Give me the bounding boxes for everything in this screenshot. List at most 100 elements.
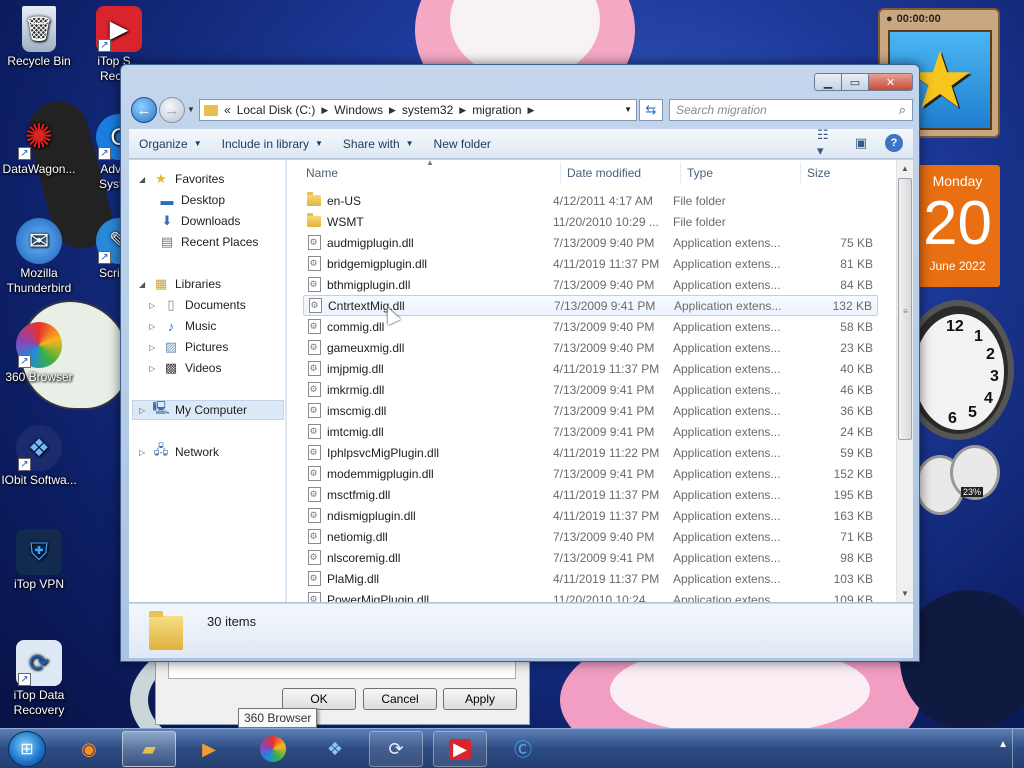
tray-expand-icon[interactable]: ▲ [998,739,1008,750]
start-button[interactable]: ⊞ [8,731,46,767]
record-dot-icon: ● [886,13,893,25]
vertical-scrollbar[interactable]: ▲ ≡ ▼ [896,160,913,602]
desktop-icon-datawagon[interactable]: ✺ ↗ DataWagon... [0,114,78,177]
apply-button[interactable]: Apply [443,688,517,710]
nav-pictures[interactable]: ▷ ▨ Pictures [149,337,228,357]
new-folder-button[interactable]: New folder [424,137,501,151]
column-divider[interactable] [560,162,561,184]
file-row[interactable]: ndismigplugin.dll 4/11/2019 11:37 PM Appli… [303,505,878,526]
close-button[interactable]: ✕ [869,73,913,91]
file-row[interactable]: msctfmig.dll 4/11/2019 11:37 PM Applicatio… [303,484,878,505]
file-row[interactable]: gameuxmig.dll 7/13/2009 9:40 PM Applicatio… [303,337,878,358]
address-bar[interactable]: « Local Disk (C:) ▶ Windows ▶ system32 ▶… [199,99,637,121]
ok-button[interactable]: OK [282,688,356,710]
forward-button[interactable]: → [159,97,185,123]
file-row[interactable]: netiomig.dll 7/13/2009 9:40 PM Application… [303,526,878,547]
share-with-menu[interactable]: Share with ▼ [333,137,424,151]
expand-icon[interactable]: ▷ [149,364,157,373]
back-button[interactable]: ← [131,97,157,123]
folder-row[interactable]: WSMT 11/20/2010 10:29 ... File folder [303,211,878,232]
show-desktop-button[interactable] [1012,729,1024,768]
file-row[interactable]: PlaMig.dll 4/11/2019 11:37 PM Application … [303,568,878,589]
nav-favorites[interactable]: ◢ ★ Favorites [139,169,224,189]
chevron-right-icon[interactable]: ▶ [321,105,328,116]
breadcrumb-system32[interactable]: system32 [402,103,453,117]
calendar-gadget[interactable]: Monday 20 June 2022 [915,165,1000,287]
file-row[interactable]: bridgemigplugin.dll 4/11/2019 11:37 PM App… [303,253,878,274]
taskbar-iobit[interactable]: ❖ [308,731,362,767]
file-row[interactable]: IphlpsvcMigPlugin.dll 4/11/2019 11:22 PM A… [303,442,878,463]
breadcrumb-local-disk[interactable]: Local Disk (C:) [237,103,316,117]
include-in-library-menu[interactable]: Include in library ▼ [212,137,333,151]
nav-pane-divider[interactable] [285,160,286,602]
desktop-icon-thunderbird[interactable]: ✉ Mozilla Thunderbird [0,218,78,296]
file-row[interactable]: PowerMigPlugin.dll 11/20/2010 10:24 ... Ap… [303,589,878,602]
view-options-icon[interactable]: ☷ ▾ [817,127,837,158]
expand-icon[interactable]: ▷ [149,301,157,310]
chevron-right-icon[interactable]: ▶ [528,105,535,116]
file-row[interactable]: imscmig.dll 7/13/2009 9:41 PM Application … [303,400,878,421]
file-row[interactable]: nlscoremig.dll 7/13/2009 9:41 PM Applicati… [303,547,878,568]
column-size[interactable]: Size [807,166,830,180]
breadcrumb-windows[interactable]: Windows [334,103,383,117]
breadcrumb-migration[interactable]: migration [472,103,521,117]
expand-icon[interactable]: ◢ [139,280,147,289]
organize-menu[interactable]: Organize ▼ [129,137,212,151]
nav-network[interactable]: ▷ 🖧 Network [139,442,219,462]
file-row[interactable]: bthmigplugin.dll 7/13/2009 9:40 PM Applica… [303,274,878,295]
chevron-right-icon[interactable]: ▶ [459,105,466,116]
taskbar-file-explorer[interactable]: ▰ [122,731,176,767]
column-type[interactable]: Type [687,166,713,180]
cpu-meter-gadget[interactable]: 23% [915,445,1000,525]
scroll-thumb[interactable]: ≡ [898,178,912,440]
desktop-icon-recycle-bin[interactable]: 🗑 Recycle Bin [0,6,78,69]
file-date-modified: 7/13/2009 9:41 PM [554,298,656,313]
column-divider[interactable] [800,162,801,184]
taskbar-firefox[interactable]: ◉ [62,731,116,767]
column-date-modified[interactable]: Date modified [567,166,641,180]
expand-icon[interactable]: ◢ [139,175,147,184]
taskbar-itop-screen-recorder[interactable]: ▶ [433,731,487,767]
search-input[interactable]: Search migration ⌕ [669,99,913,121]
nav-recent-places[interactable]: ▤ Recent Places [159,232,259,252]
desktop-icon-itop-vpn[interactable]: ⛨ iTop VPN [0,529,78,592]
scroll-up-icon[interactable]: ▲ [897,160,913,177]
help-icon[interactable]: ? [885,134,903,152]
expand-icon[interactable]: ▷ [139,406,147,415]
address-dropdown-icon[interactable]: ▼ [624,105,632,114]
nav-my-computer[interactable]: ▷ 🖳 My Computer [132,400,284,420]
file-row[interactable]: audmigplugin.dll 7/13/2009 9:40 PM Applica… [303,232,878,253]
nav-desktop[interactable]: ▬ Desktop [159,190,226,210]
column-name[interactable]: Name [306,166,338,180]
file-row[interactable]: imtcmig.dll 7/13/2009 9:41 PM Application … [303,421,878,442]
file-row[interactable]: imjpmig.dll 4/11/2019 11:37 PM Application… [303,358,878,379]
file-row[interactable]: imkrmig.dll 7/13/2009 9:41 PM Application … [303,379,878,400]
breadcrumb-overflow[interactable]: « [224,103,231,117]
desktop-icon-360-browser[interactable]: ↗ 360 Browser [0,322,78,385]
chevron-right-icon[interactable]: ▶ [389,105,396,116]
expand-icon[interactable]: ▷ [139,448,147,457]
nav-music[interactable]: ▷ ♪ Music [149,316,216,336]
expand-icon[interactable]: ▷ [149,343,157,352]
maximize-button[interactable]: ▭ [842,73,869,91]
minimize-button[interactable]: ▁ [814,73,842,91]
nav-libraries[interactable]: ◢ ▦ Libraries [139,274,221,294]
taskbar-360-browser[interactable] [246,731,300,767]
nav-downloads[interactable]: ⬇ Downloads [159,211,241,231]
cancel-button[interactable]: Cancel [363,688,437,710]
folder-row[interactable]: en-US 4/12/2011 4:17 AM File folder [303,190,878,211]
desktop-icon-itop-data-recovery[interactable]: ⟳ ↗ iTop Data Recovery [0,640,78,718]
scroll-down-icon[interactable]: ▼ [897,585,913,602]
recent-pages-dropdown[interactable]: ▼ [187,105,195,114]
file-row[interactable]: modemmigplugin.dll 7/13/2009 9:41 PM Appli… [303,463,878,484]
taskbar-ccleaner[interactable]: Ⓒ [496,731,550,767]
desktop-icon-iobit-software[interactable]: ❖ ↗ IObit Softwa... [0,425,78,488]
refresh-button[interactable]: ⇆ [639,99,663,121]
nav-documents[interactable]: ▷ ▯ Documents [149,295,246,315]
expand-icon[interactable]: ▷ [149,322,157,331]
taskbar-media-player[interactable]: ▶ [182,731,236,767]
column-divider[interactable] [680,162,681,184]
nav-videos[interactable]: ▷ ▩ Videos [149,358,221,378]
taskbar-itop-data-recovery[interactable]: ⟳ [369,731,423,767]
preview-pane-icon[interactable]: ▣ [851,134,871,152]
